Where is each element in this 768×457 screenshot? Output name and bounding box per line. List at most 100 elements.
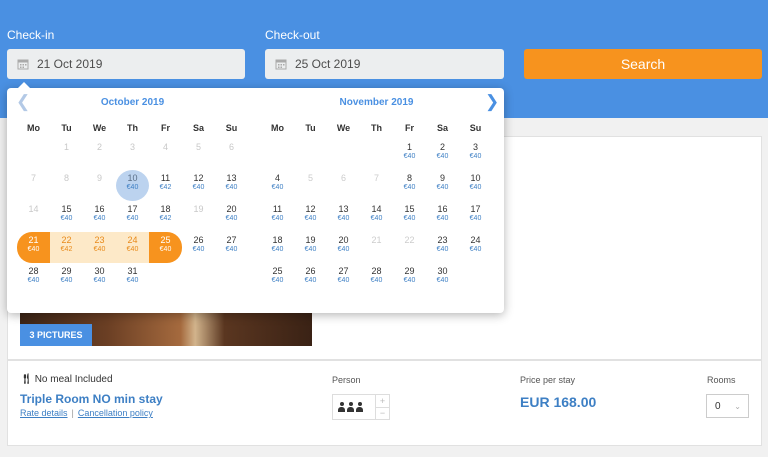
calendar-day[interactable]: 17 €40	[459, 201, 492, 232]
increment-button[interactable]: +	[376, 395, 389, 408]
day-price: €40	[225, 184, 238, 191]
calendar-day[interactable]: 16 €40	[426, 201, 459, 232]
decrement-button[interactable]: −	[376, 408, 389, 420]
day-number: 28	[28, 266, 39, 276]
calendar-day[interactable]: 27 €40	[215, 232, 248, 263]
day-price: €40	[192, 246, 205, 253]
calendar-day[interactable]: 3 €40	[459, 139, 492, 170]
calendar-day[interactable]: 28 €40	[360, 263, 393, 294]
calendar-day[interactable]: 30 €40	[426, 263, 459, 294]
datepicker-popup: ❮ ❯ October 2019 Mo Tu We Th Fr Sa Su 1 2 3 4 5 6 7 8 9 1…	[7, 82, 504, 313]
rooms-value: 0	[715, 400, 721, 412]
day-number: 13	[226, 173, 237, 183]
calendar-day[interactable]: 10 €40	[459, 170, 492, 201]
day-price: €40	[93, 277, 106, 284]
calendar-day[interactable]: 11 €40	[261, 201, 294, 232]
calendar-day[interactable]: 19 €40	[294, 232, 327, 263]
weekday-header: Tu	[61, 123, 72, 133]
calendar-day[interactable]: 22 €42	[50, 232, 83, 263]
weekday-header: Mo	[27, 123, 40, 133]
month-title: November 2019	[339, 97, 414, 108]
calendar-day[interactable]: 13 €40	[215, 170, 248, 201]
calendar-day[interactable]: 4 €40	[261, 170, 294, 201]
calendar-day[interactable]: 15 €40	[393, 201, 426, 232]
calendar-day[interactable]: 18 €40	[261, 232, 294, 263]
calendar-day: 21	[360, 232, 393, 263]
calendar-day[interactable]: 23 €40	[426, 232, 459, 263]
calendar-day[interactable]: 25 €40	[261, 263, 294, 294]
calendar-day[interactable]: 8 €40	[393, 170, 426, 201]
day-number: 23	[94, 235, 105, 245]
calendar-day: 6	[327, 170, 360, 201]
calendar-day[interactable]: 21 €40	[17, 232, 50, 263]
calendar-icon	[275, 58, 287, 70]
calendar-day[interactable]: 16 €40	[83, 201, 116, 232]
calendar-day[interactable]: 31 €40	[116, 263, 149, 294]
day-price: €40	[469, 246, 482, 253]
weekday-header: Th	[127, 123, 138, 133]
calendar-day[interactable]: 30 €40	[83, 263, 116, 294]
calendar-day[interactable]: 20 €40	[215, 201, 248, 232]
day-number: 27	[338, 266, 349, 276]
calendar-day: 9	[83, 170, 116, 201]
day-price: €42	[159, 184, 172, 191]
day-number: 16	[94, 204, 105, 214]
calendar-day[interactable]: 2 €40	[426, 139, 459, 170]
calendar-day: 7	[17, 170, 50, 201]
calendar-day[interactable]: 1 €40	[393, 139, 426, 170]
day-price: €40	[469, 215, 482, 222]
rooms-select[interactable]: 0 ⌄	[706, 394, 749, 418]
person-icon	[338, 402, 345, 412]
calendar-day[interactable]: 9 €40	[426, 170, 459, 201]
day-number: 5	[307, 173, 313, 183]
calendar-day[interactable]: 26 €40	[182, 232, 215, 263]
day-price: €40	[225, 215, 238, 222]
person-stepper[interactable]: + −	[332, 394, 390, 420]
day-number: 5	[195, 142, 201, 152]
cutlery-icon: 🍴︎	[20, 374, 33, 385]
calendar-day[interactable]: 10 €40	[116, 170, 149, 201]
weekday-header: Sa	[436, 123, 448, 133]
calendar-day: 5	[294, 170, 327, 201]
calendar-day[interactable]: 23 €40	[83, 232, 116, 263]
calendar-day[interactable]: 15 €40	[50, 201, 83, 232]
calendar-day[interactable]: 29 €40	[393, 263, 426, 294]
calendar-day[interactable]: 28 €40	[17, 263, 50, 294]
day-price: €40	[304, 277, 317, 284]
calendar-day[interactable]: 24 €40	[459, 232, 492, 263]
calendar-day: 19	[182, 201, 215, 232]
weekday-header: Sa	[192, 123, 204, 133]
rate-details-link[interactable]: Rate details	[20, 408, 68, 418]
calendar-day: 5	[182, 139, 215, 170]
checkout-input[interactable]: 25 Oct 2019	[265, 49, 504, 79]
day-price: €40	[93, 246, 106, 253]
day-number: 1	[63, 142, 69, 152]
search-button[interactable]: Search	[524, 49, 762, 79]
calendar-day[interactable]: 24 €40	[116, 232, 149, 263]
day-number: 18	[272, 235, 283, 245]
calendar-day[interactable]: 27 €40	[327, 263, 360, 294]
cancellation-policy-link[interactable]: Cancellation policy	[78, 408, 153, 418]
calendar-day[interactable]: 29 €40	[50, 263, 83, 294]
calendar-day[interactable]: 12 €40	[294, 201, 327, 232]
pictures-badge[interactable]: 3 PICTURES	[20, 324, 92, 346]
checkin-input[interactable]: 21 Oct 2019	[7, 49, 245, 79]
calendar-day[interactable]: 11 €42	[149, 170, 182, 201]
day-price: €40	[60, 215, 73, 222]
calendar-day[interactable]: 25 €40	[149, 232, 182, 263]
calendar-day[interactable]: 17 €40	[116, 201, 149, 232]
calendar-day[interactable]: 18 €42	[149, 201, 182, 232]
calendar-day[interactable]: 14 €40	[360, 201, 393, 232]
stepper-controls: + −	[375, 395, 389, 419]
calendar-day[interactable]: 20 €40	[327, 232, 360, 263]
day-number: 17	[127, 204, 138, 214]
calendar-day[interactable]: 13 €40	[327, 201, 360, 232]
day-price: €40	[271, 215, 284, 222]
day-price: €40	[225, 246, 238, 253]
day-number: 31	[127, 266, 138, 276]
calendar-day[interactable]: 26 €40	[294, 263, 327, 294]
calendar-day[interactable]: 12 €40	[182, 170, 215, 201]
checkout-label: Check-out	[265, 28, 320, 42]
day-number: 9	[439, 173, 445, 183]
day-number: 25	[160, 235, 171, 245]
